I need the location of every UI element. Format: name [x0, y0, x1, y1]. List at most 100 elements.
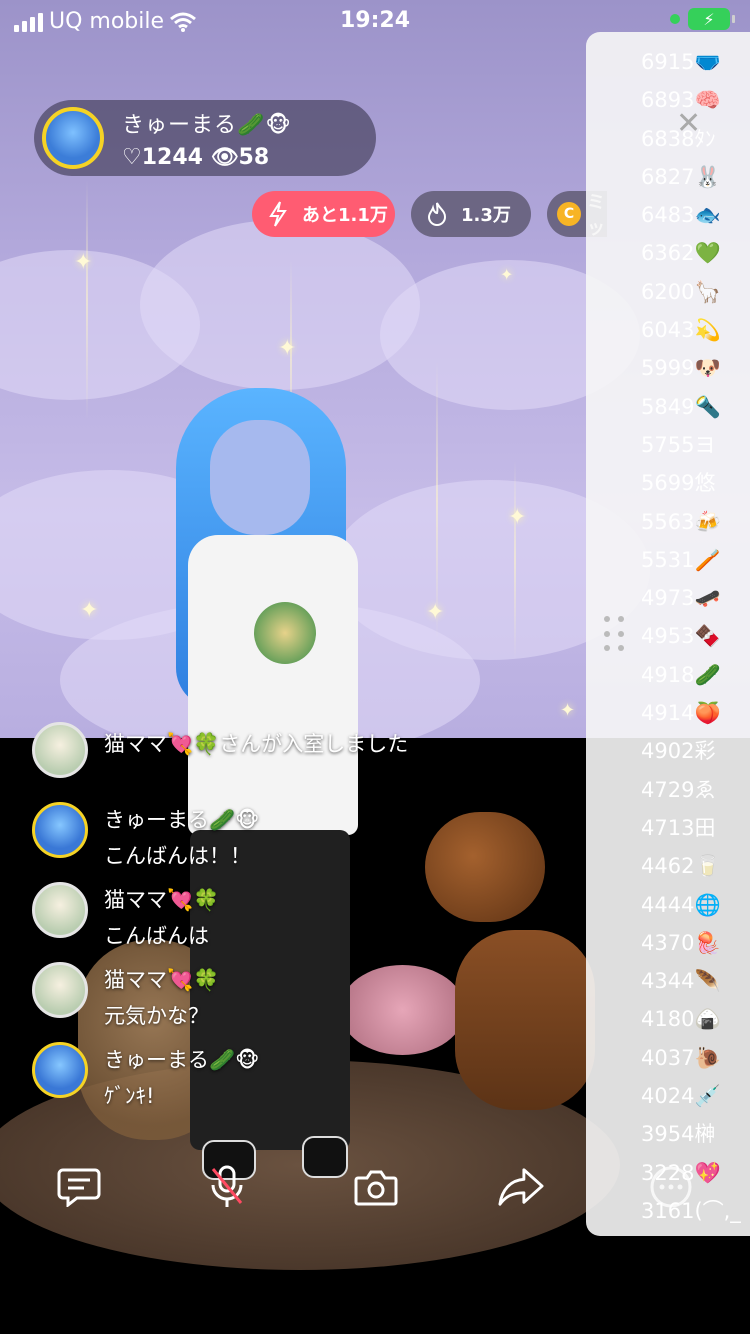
avatar-face [210, 420, 310, 535]
comment-item: 猫ママ💘🍀 こんばんは [32, 882, 219, 954]
ranking-entry[interactable]: 5699悠 [641, 464, 741, 502]
ranking-entry[interactable]: 4344🪶 [641, 962, 741, 1000]
ranking-entry[interactable]: 4953🍫 [641, 617, 741, 655]
camera-icon [354, 1170, 398, 1206]
comment-body: きゅーまる🥒🐵 ｹﾞﾝｷ! [104, 1042, 259, 1114]
coin-icon: C [557, 200, 581, 228]
ranking-entry[interactable]: 6483🐟 [641, 196, 741, 234]
sparkle: ✦ [560, 700, 576, 721]
commenter-name[interactable]: きゅーまる🥒🐵 [104, 1042, 259, 1078]
ranking-list: 6915🩲 6893🧠 6838ﾀﾝ 6827🐰 6483🐟 6362💚 6200🦙 6043… [641, 43, 741, 1230]
host-stats: ♡1244 👁58 [122, 145, 292, 170]
sparkle: ✦ [426, 600, 445, 625]
comment-body: 猫ママ💘🍀さんが入室しました [104, 722, 408, 778]
share-icon [498, 1168, 544, 1206]
ranking-entry[interactable]: 4444🌐 [641, 886, 741, 924]
deer-plush-head [425, 812, 545, 922]
ranking-entry[interactable]: 6915🩲 [641, 43, 741, 81]
avatar-shirt [188, 535, 358, 835]
ranking-entry[interactable]: 6827🐰 [641, 158, 741, 196]
lightning-icon [264, 200, 292, 228]
comment-item: 猫ママ💘🍀さんが入室しました [32, 722, 408, 778]
commenter-avatar[interactable] [32, 962, 88, 1018]
commenter-name[interactable]: 猫ママ💘🍀 [104, 882, 219, 918]
ranking-entry[interactable]: 4973🛹 [641, 579, 741, 617]
commenter-avatar[interactable] [32, 722, 88, 778]
drag-handle-icon[interactable] [604, 616, 628, 656]
sparkle: ✦ [80, 598, 99, 623]
commenter-avatar[interactable] [32, 882, 88, 938]
heart-count: ♡1244 [122, 144, 203, 170]
camera-button[interactable] [353, 1164, 399, 1210]
comment-body: きゅーまる🥒🐵 こんばんは！！ [104, 802, 259, 874]
host-name: きゅーまる🥒🐵 [122, 112, 292, 138]
comment-body: 猫ママ💘🍀 こんばんは [104, 882, 219, 954]
host-profile-card[interactable]: きゅーまる🥒🐵 ♡1244 👁58 [34, 100, 376, 176]
ranking-entry[interactable]: 5849🔦 [641, 388, 741, 426]
fire-points: 1.3万 [461, 205, 511, 226]
commenter-avatar[interactable] [32, 1042, 88, 1098]
comment-text: こんばんは [104, 924, 209, 948]
light-ray [436, 360, 438, 640]
ranking-entry[interactable]: 4037🐌 [641, 1039, 741, 1077]
sparkle: ✦ [74, 250, 93, 275]
fire-points-button[interactable]: 1.3万 [411, 191, 531, 237]
ranking-entry[interactable]: 4902彩 [641, 732, 741, 770]
goal-progress-button[interactable]: あと1.1万 [252, 191, 395, 237]
viewer-count: 👁58 [210, 144, 270, 170]
comment-text: こんばんは！！ [104, 844, 251, 868]
share-button[interactable] [498, 1164, 544, 1210]
clock: 19:24 [339, 8, 411, 33]
commenter-name[interactable]: 猫ママ💘🍀 [104, 732, 219, 756]
avatar-badge [254, 602, 316, 664]
sparkle: ✦ [278, 336, 297, 361]
sparkle: ✦ [508, 505, 527, 530]
ranking-entry[interactable]: 4914🍑 [641, 694, 741, 732]
deer-plush-body [455, 930, 595, 1110]
commenter-name[interactable]: 猫ママ💘🍀 [104, 962, 219, 998]
ranking-entry[interactable]: 4024💉 [641, 1077, 741, 1115]
comment-button[interactable] [56, 1164, 102, 1210]
comment-text: ｹﾞﾝｷ! [104, 1084, 155, 1108]
comment-text: 元気かな？ [104, 1004, 209, 1028]
ranking-entry[interactable]: 5531🪥 [641, 541, 741, 579]
cloud [140, 220, 420, 390]
commenter-name[interactable]: きゅーまる🥒🐵 [104, 802, 259, 838]
ranking-entry[interactable]: 3161(⌒,_ [641, 1192, 741, 1230]
ranking-entry[interactable]: 4370🪼 [641, 924, 741, 962]
ranking-entry[interactable]: 6838ﾀﾝ [641, 120, 741, 158]
goal-remaining: あと1.1万 [302, 205, 388, 226]
ranking-entry[interactable]: 5563🍻 [641, 503, 741, 541]
light-ray [86, 180, 88, 420]
ranking-entry[interactable]: 5755ヨ [641, 426, 741, 464]
ranking-entry[interactable]: 6893🧠 [641, 81, 741, 119]
ranking-entry[interactable]: 4713田 [641, 809, 741, 847]
comment-text: さんが入室しました [219, 732, 409, 756]
ranking-entry[interactable]: 3228💖 [641, 1154, 741, 1192]
ranking-entry[interactable]: 4918🥒 [641, 656, 741, 694]
comment-item: きゅーまる🥒🐵 ｹﾞﾝｷ! [32, 1042, 259, 1114]
host-avatar[interactable] [42, 107, 104, 169]
sparkle: ✦ [500, 265, 514, 284]
ranking-entry[interactable]: 4462🥛 [641, 847, 741, 885]
ranking-entry[interactable]: 3954榊 [641, 1115, 741, 1153]
recording-indicator [670, 14, 680, 24]
ranking-entry[interactable]: 4180🍙 [641, 1000, 741, 1038]
commenter-avatar[interactable] [32, 802, 88, 858]
comment-item: 猫ママ💘🍀 元気かな？ [32, 962, 219, 1034]
ranking-entry[interactable]: 6043💫 [641, 311, 741, 349]
ranking-entry[interactable]: 6362💚 [641, 234, 741, 272]
comment-body: 猫ママ💘🍀 元気かな？ [104, 962, 219, 1034]
mic-muted-icon [211, 1165, 243, 1207]
comment-item: きゅーまる🥒🐵 こんばんは！！ [32, 802, 259, 874]
ranking-entry[interactable]: 4729ゑ [641, 771, 741, 809]
mic-toggle-button[interactable] [204, 1164, 250, 1210]
ranking-entry[interactable]: 6200🦙 [641, 273, 741, 311]
ranking-entry[interactable]: 5999🐶 [641, 349, 741, 387]
cushion [340, 965, 465, 1055]
flame-icon [423, 200, 451, 228]
light-ray [514, 460, 516, 660]
comment-icon [57, 1168, 101, 1207]
avatar-shoe [302, 1136, 348, 1178]
battery-charging-icon: ⚡ [688, 8, 735, 30]
